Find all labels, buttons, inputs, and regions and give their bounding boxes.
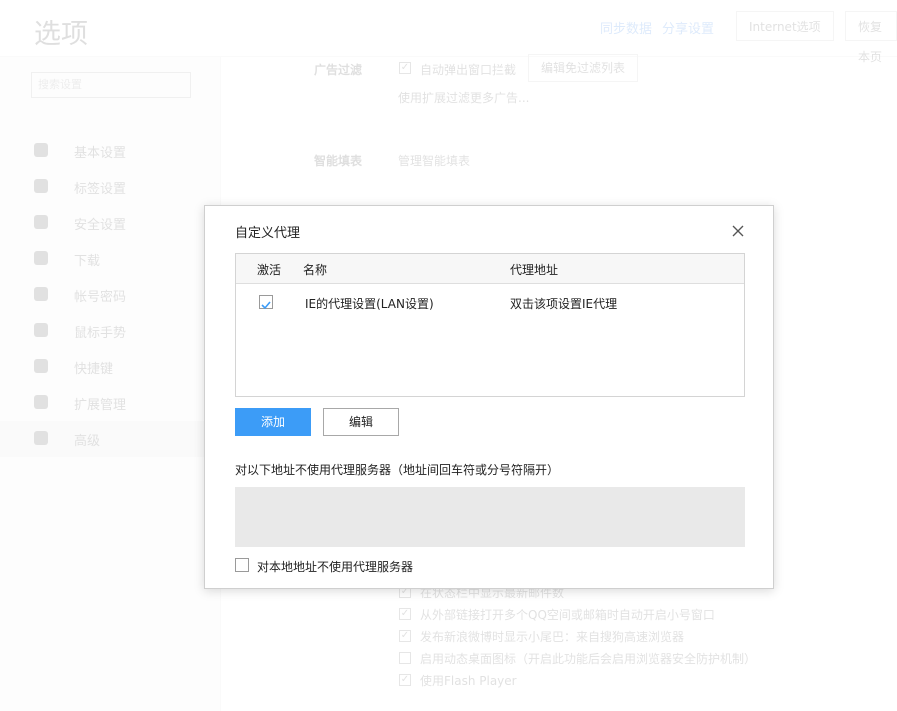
settings-icon [34, 143, 48, 157]
proxy-name-cell: IE的代理设置(LAN设置) [305, 297, 434, 311]
sidebar-item-label: 快捷键 [74, 362, 114, 377]
mouse-icon [34, 323, 48, 337]
dialog-title: 自定义代理 [235, 226, 301, 241]
sidebar-item-gestures[interactable]: 鼠标手势 [0, 313, 220, 349]
options-header: 选项 同步数据 分享设置 Internet选项 恢复本页 [0, 0, 897, 64]
sidebar-item-basic[interactable]: 基本设置 [0, 133, 220, 169]
extension-filter-link[interactable]: 使用扩展过滤更多广告... [398, 89, 529, 106]
option-checkbox[interactable]: ✓ [399, 630, 411, 642]
sidebar-item-security[interactable]: 安全设置 [0, 205, 220, 241]
table-row[interactable]: IE的代理设置(LAN设置) 双击该项设置IE代理 [236, 284, 744, 322]
sidebar-item-tabs[interactable]: 标签设置 [0, 169, 220, 205]
check-icon [261, 301, 271, 310]
proxy-address-cell: 双击该项设置IE代理 [510, 297, 618, 311]
internet-options-button[interactable]: Internet选项 [736, 11, 834, 41]
sidebar-item-advanced[interactable]: 高级 [0, 421, 220, 457]
ad-filter-label: 广告过滤 [314, 63, 363, 77]
manage-smart-fill-link[interactable]: 管理智能填表 [398, 152, 470, 169]
local-bypass-label: 对本地地址不使用代理服务器 [257, 560, 414, 574]
tabs-icon [34, 179, 48, 193]
restore-page-button[interactable]: 恢复本页 [845, 11, 897, 64]
keyboard-icon [34, 359, 48, 373]
sidebar-item-label: 扩展管理 [74, 398, 127, 413]
row-active-checkbox[interactable] [259, 295, 273, 310]
sidebar-item-label: 下载 [74, 254, 101, 269]
option-label: 发布新浪微博时显示小尾巴：来自搜狗高速浏览器 [420, 630, 685, 644]
custom-proxy-dialog: 自定义代理 激活 名称 代理地址 IE的代理设置(LAN设置) 双击该项设置IE… [204, 205, 774, 589]
page-title: 选项 [34, 19, 88, 50]
bypass-addresses-input[interactable] [235, 487, 745, 547]
sidebar-item-label: 标签设置 [74, 182, 127, 197]
column-header-address[interactable]: 代理地址 [510, 261, 558, 278]
proxy-table: 激活 名称 代理地址 IE的代理设置(LAN设置) 双击该项设置IE代理 [235, 253, 745, 397]
sidebar-item-download[interactable]: 下载 [0, 241, 220, 277]
local-bypass-checkbox[interactable] [235, 558, 249, 572]
sync-data-link[interactable]: 同步数据 [600, 18, 652, 37]
option-label: 使用Flash Player [420, 674, 517, 688]
column-header-name[interactable]: 名称 [303, 261, 327, 278]
sidebar-item-label: 鼠标手势 [74, 326, 127, 341]
search-input[interactable]: 搜索设置 [31, 72, 191, 98]
share-settings-link[interactable]: 分享设置 [662, 18, 714, 37]
close-icon[interactable] [727, 220, 749, 242]
option-label: 从外部链接打开多个QQ空间或邮箱时自动开启小号窗口 [420, 608, 715, 622]
option-checkbox[interactable] [399, 652, 411, 664]
edit-button[interactable]: 编辑 [323, 408, 399, 436]
sidebar-item-extensions[interactable]: 扩展管理 [0, 385, 220, 421]
download-icon [34, 251, 48, 265]
popup-block-checkbox[interactable]: ✓ [399, 62, 411, 74]
sidebar-item-accounts[interactable]: 帐号密码 [0, 277, 220, 313]
sidebar-item-label: 高级 [74, 434, 101, 449]
option-checkbox[interactable]: ✓ [399, 674, 411, 686]
key-icon [34, 287, 48, 301]
shield-icon [34, 215, 48, 229]
close-icon-glyph [732, 225, 744, 237]
more-icon [34, 431, 48, 445]
edit-whitelist-button[interactable]: 编辑免过滤列表 [528, 54, 639, 82]
column-header-active[interactable]: 激活 [257, 261, 281, 278]
sidebar-item-label: 安全设置 [74, 218, 127, 233]
add-button[interactable]: 添加 [235, 408, 311, 436]
smart-fill-label: 智能填表 [314, 154, 363, 168]
extension-icon [34, 395, 48, 409]
option-checkbox[interactable]: ✓ [399, 608, 411, 620]
sidebar-item-shortcuts[interactable]: 快捷键 [0, 349, 220, 385]
bypass-label: 对以下地址不使用代理服务器（地址间回车符或分号符隔开） [235, 463, 560, 477]
sidebar-item-label: 帐号密码 [74, 290, 127, 305]
sidebar-item-label: 基本设置 [74, 146, 127, 161]
table-header: 激活 名称 代理地址 [236, 254, 744, 284]
popup-block-label: 自动弹出窗口拦截 [420, 63, 517, 77]
option-label: 启用动态桌面图标（开启此功能后会启用浏览器安全防护机制） [420, 652, 757, 666]
